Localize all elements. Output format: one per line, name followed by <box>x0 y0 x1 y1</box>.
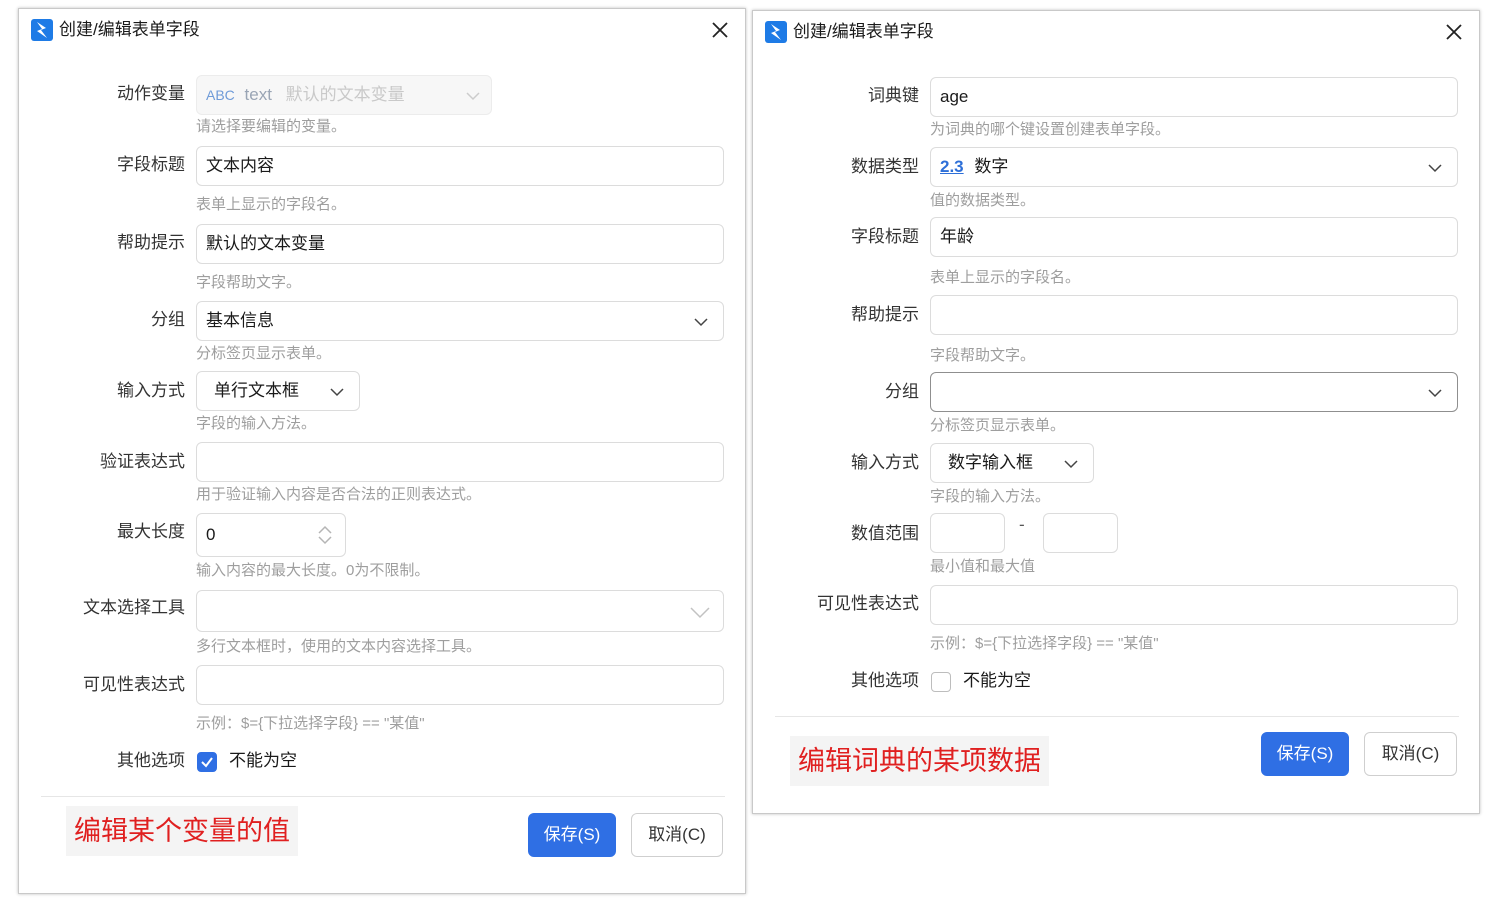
spinner-icon[interactable] <box>317 524 333 546</box>
app-logo-icon <box>765 21 787 43</box>
input-method-label: 输入方式 <box>851 453 919 472</box>
chevron-down-icon <box>466 92 480 101</box>
action-variable-hint: 默认的文本变量 <box>285 85 405 104</box>
chevron-down-icon <box>690 607 710 619</box>
action-variable-value: text <box>244 85 272 104</box>
text-picker-select[interactable] <box>196 590 724 632</box>
max-length-value: 0 <box>206 525 216 544</box>
max-length-label: 最大长度 <box>117 522 185 541</box>
action-variable-select: ABC text 默认的文本变量 <box>196 75 492 115</box>
range-separator: - <box>1019 515 1025 534</box>
range-max-input[interactable] <box>1043 513 1118 553</box>
chevron-down-icon <box>330 388 344 397</box>
data-type-value: 数字 <box>974 157 1009 176</box>
input-method-select[interactable]: 数字输入框 <box>930 443 1094 483</box>
visibility-input[interactable] <box>930 585 1458 625</box>
close-icon[interactable] <box>709 19 731 41</box>
group-select[interactable] <box>930 372 1458 412</box>
string-type-badge: ABC <box>206 87 235 103</box>
input-method-help: 字段的输入方法。 <box>196 415 317 432</box>
dict-key-label: 词典键 <box>868 86 919 105</box>
number-type-badge: 2.3 <box>940 157 964 176</box>
input-method-value: 数字输入框 <box>948 453 1033 472</box>
data-type-label: 数据类型 <box>851 157 919 176</box>
visibility-label: 可见性表达式 <box>817 594 919 613</box>
field-title-label: 字段标题 <box>117 155 185 174</box>
chevron-down-icon <box>1428 389 1442 398</box>
field-title-label: 字段标题 <box>851 227 919 246</box>
group-label: 分组 <box>151 310 185 329</box>
annotation-note: 编辑词典的某项数据 <box>790 736 1049 786</box>
field-title-help: 表单上显示的字段名。 <box>930 269 1081 286</box>
validation-help: 用于验证输入内容是否合法的正则表达式。 <box>196 486 482 503</box>
help-tip-input[interactable]: 默认的文本变量 <box>196 224 724 264</box>
save-button[interactable]: 保存(S) <box>1261 732 1349 776</box>
title-bar: 创建/编辑表单字段 <box>19 9 745 53</box>
required-checkbox[interactable] <box>931 672 951 692</box>
max-length-help: 输入内容的最大长度。0为不限制。 <box>196 562 430 579</box>
validation-label: 验证表达式 <box>100 452 185 471</box>
left-dialog: 创建/编辑表单字段 动作变量 ABC text 默认的文本变量 请选择要编辑的变… <box>18 8 746 894</box>
text-picker-help: 多行文本框时，使用的文本内容选择工具。 <box>196 638 482 655</box>
dict-key-help: 为词典的哪个键设置创建表单字段。 <box>930 121 1171 138</box>
required-checkbox-label: 不能为空 <box>229 751 297 770</box>
check-icon <box>201 757 213 768</box>
other-options-label: 其他选项 <box>117 751 185 770</box>
required-checkbox-label: 不能为空 <box>963 671 1031 690</box>
visibility-help: 示例：$={下拉选择字段} == "某值" <box>196 715 425 732</box>
field-title-input[interactable]: 文本内容 <box>196 146 724 186</box>
dialog-title: 创建/编辑表单字段 <box>793 22 934 41</box>
visibility-help: 示例：$={下拉选择字段} == "某值" <box>930 635 1159 652</box>
help-tip-label: 帮助提示 <box>117 233 185 252</box>
dict-key-input[interactable]: age <box>930 77 1458 117</box>
max-length-stepper[interactable]: 0 <box>196 513 346 557</box>
help-tip-input[interactable] <box>930 295 1458 335</box>
action-variable-label: 动作变量 <box>117 84 185 103</box>
group-label: 分组 <box>885 382 919 401</box>
footer-divider <box>775 716 1459 717</box>
group-help: 分标签页显示表单。 <box>930 417 1066 434</box>
chevron-down-icon <box>694 318 708 327</box>
input-method-help: 字段的输入方法。 <box>930 488 1051 505</box>
input-method-label: 输入方式 <box>117 381 185 400</box>
app-logo-icon <box>31 19 53 41</box>
visibility-label: 可见性表达式 <box>83 675 185 694</box>
field-title-help: 表单上显示的字段名。 <box>196 196 347 213</box>
annotation-note: 编辑某个变量的值 <box>66 806 298 856</box>
validation-input[interactable] <box>196 442 724 482</box>
chevron-down-icon <box>1064 460 1078 469</box>
footer-divider <box>41 796 725 797</box>
group-help: 分标签页显示表单。 <box>196 345 332 362</box>
other-options-label: 其他选项 <box>851 671 919 690</box>
text-picker-label: 文本选择工具 <box>83 598 185 617</box>
value-range-label: 数值范围 <box>851 524 919 543</box>
group-value: 基本信息 <box>206 311 274 330</box>
visibility-input[interactable] <box>196 665 724 705</box>
field-title-input[interactable]: 年龄 <box>930 217 1458 257</box>
required-checkbox[interactable] <box>197 752 217 772</box>
save-button[interactable]: 保存(S) <box>528 813 616 857</box>
range-min-input[interactable] <box>930 513 1005 553</box>
close-icon[interactable] <box>1443 21 1465 43</box>
data-type-help: 值的数据类型。 <box>930 192 1036 209</box>
data-type-select[interactable]: 2.3 数字 <box>930 147 1458 187</box>
dialog-title: 创建/编辑表单字段 <box>59 20 200 39</box>
help-tip-label: 帮助提示 <box>851 305 919 324</box>
input-method-value: 单行文本框 <box>214 381 299 400</box>
cancel-button[interactable]: 取消(C) <box>1364 732 1457 776</box>
input-method-select[interactable]: 单行文本框 <box>196 371 360 411</box>
title-bar: 创建/编辑表单字段 <box>753 11 1479 55</box>
help-tip-help: 字段帮助文字。 <box>196 274 302 291</box>
value-range-help: 最小值和最大值 <box>930 558 1036 575</box>
right-dialog: 创建/编辑表单字段 词典键 age 为词典的哪个键设置创建表单字段。 数据类型 … <box>752 10 1480 814</box>
help-tip-help: 字段帮助文字。 <box>930 347 1036 364</box>
action-variable-help: 请选择要编辑的变量。 <box>196 118 347 135</box>
cancel-button[interactable]: 取消(C) <box>631 813 723 857</box>
group-select[interactable]: 基本信息 <box>196 301 724 341</box>
chevron-down-icon <box>1428 164 1442 173</box>
